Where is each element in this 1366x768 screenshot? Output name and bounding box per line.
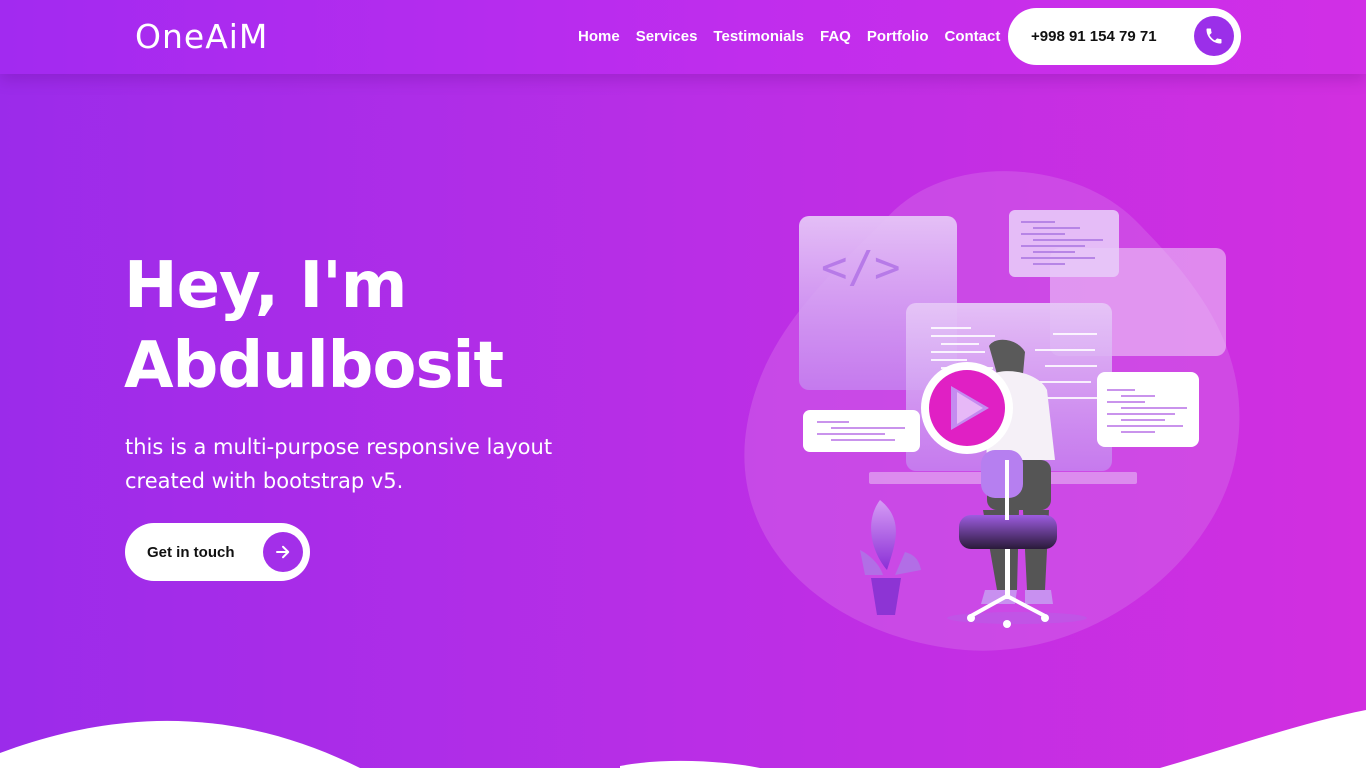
navbar: OneAiM Home Services Testimonials FAQ Po…: [0, 0, 1366, 74]
hero-title: Hey, I'm Abdulbosit: [124, 246, 644, 406]
hero-title-line2: Abdulbosit: [124, 329, 504, 403]
nav-link-services[interactable]: Services: [636, 28, 698, 45]
bottom-wave: [0, 710, 1366, 768]
brand-logo[interactable]: OneAiM: [135, 17, 268, 56]
phone-number: +998 91 154 79 71: [1031, 28, 1157, 45]
phone-icon[interactable]: [1194, 16, 1234, 56]
arrow-right-icon: [263, 532, 303, 572]
nav-link-home[interactable]: Home: [578, 28, 620, 45]
code-symbol: </>: [821, 242, 900, 293]
get-in-touch-button[interactable]: Get in touch: [125, 523, 310, 581]
hero-subtitle: this is a multi-purpose responsive layou…: [125, 430, 605, 498]
nav-link-portfolio[interactable]: Portfolio: [867, 28, 929, 45]
nav-link-faq[interactable]: FAQ: [820, 28, 851, 45]
hero-subtitle-line1: this is a multi-purpose responsive layou…: [125, 435, 553, 459]
nav-link-contact[interactable]: Contact: [945, 28, 1001, 45]
nav-link-testimonials[interactable]: Testimonials: [713, 28, 804, 45]
hero-title-line1: Hey, I'm: [124, 249, 407, 323]
nav-links: Home Services Testimonials FAQ Portfolio…: [578, 28, 1000, 45]
hero-illustration: </>: [744, 171, 1240, 651]
play-icon[interactable]: [921, 362, 1013, 454]
get-in-touch-label: Get in touch: [147, 544, 235, 561]
hero-subtitle-line2: created with bootstrap v5.: [125, 469, 404, 493]
